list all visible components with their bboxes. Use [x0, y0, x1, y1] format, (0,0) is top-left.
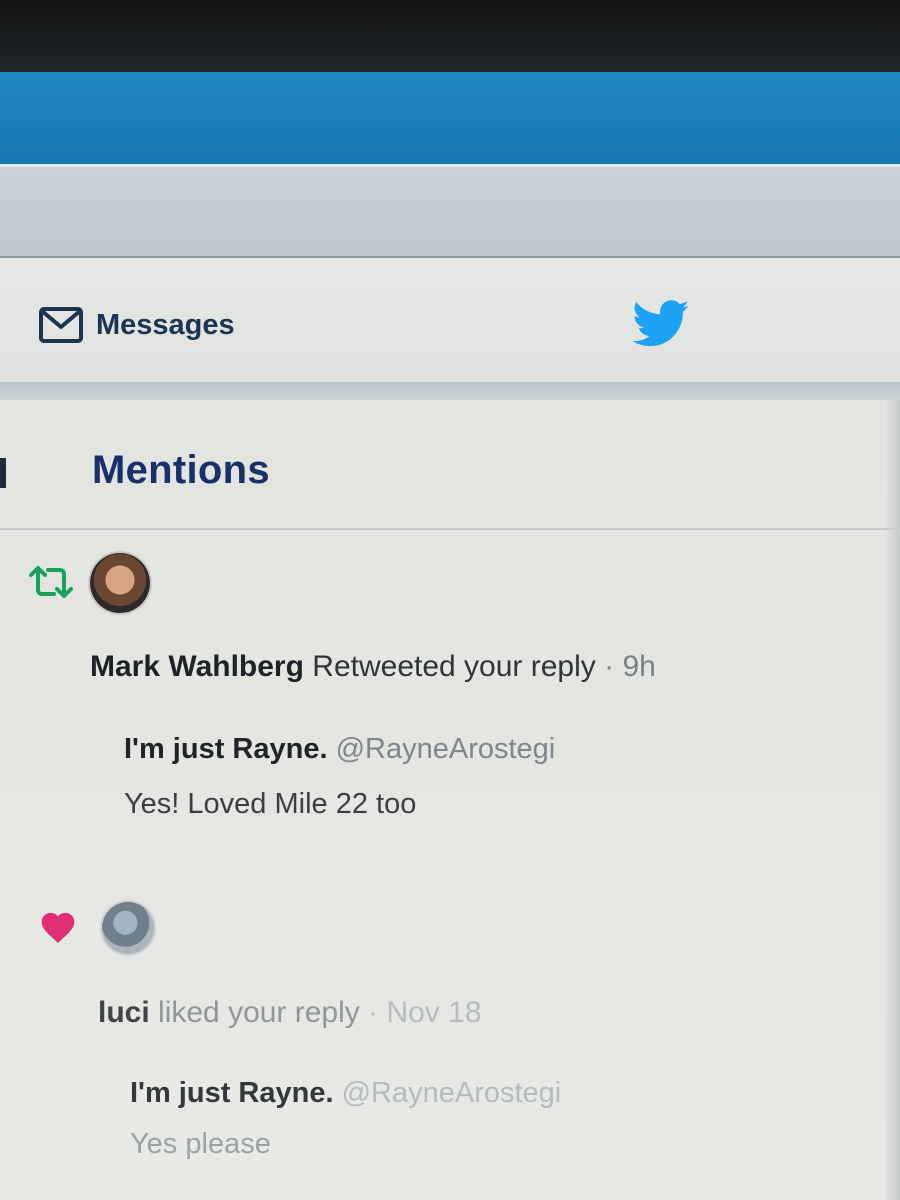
messages-label: Messages: [96, 308, 235, 341]
notification-action: Retweeted your reply: [312, 650, 596, 683]
heart-icon: [38, 908, 78, 949]
quoted-tweet-text[interactable]: Yes! Loved Mile 22 too: [124, 788, 416, 821]
quoted-handle: @RayneArostegi: [341, 1077, 562, 1109]
notification-summary[interactable]: luci liked your reply · Nov 18: [98, 996, 482, 1030]
avatar[interactable]: [102, 902, 154, 954]
mentions-tab-title[interactable]: Mentions: [92, 448, 270, 493]
notification-user[interactable]: Mark Wahlberg: [90, 650, 304, 683]
notification-summary[interactable]: Mark Wahlberg Retweeted your reply · 9h: [90, 650, 656, 684]
monitor-bezel: [0, 0, 900, 72]
sidebar-edge: [0, 458, 6, 488]
sub-bar: [0, 164, 900, 259]
top-bar: [0, 72, 900, 164]
separator: ·: [604, 650, 615, 683]
notification-time: Nov 18: [386, 996, 482, 1029]
retweet-icon: [28, 564, 74, 605]
section-divider: [0, 382, 900, 400]
messages-nav-item[interactable]: Messages: [38, 304, 235, 346]
quoted-tweet-text[interactable]: Yes please: [130, 1128, 271, 1161]
quoted-tweet-author[interactable]: I'm just Rayne. @RayneArostegi: [124, 733, 555, 766]
quoted-handle: @RayneArostegi: [335, 733, 556, 765]
quoted-name: I'm just Rayne.: [124, 733, 328, 765]
screen-edge-shadow: [884, 400, 900, 1200]
separator: ·: [368, 996, 379, 1029]
quoted-tweet-author[interactable]: I'm just Rayne. @RayneArostegi: [130, 1077, 561, 1110]
notification-user[interactable]: luci: [98, 996, 150, 1029]
envelope-icon: [38, 306, 84, 344]
quoted-name: I'm just Rayne.: [130, 1077, 334, 1109]
mentions-underline: [0, 528, 900, 530]
notification-time: 9h: [622, 650, 656, 683]
twitter-bird-icon[interactable]: [632, 300, 690, 353]
notification-action: liked your reply: [158, 996, 360, 1029]
avatar[interactable]: [90, 553, 150, 613]
